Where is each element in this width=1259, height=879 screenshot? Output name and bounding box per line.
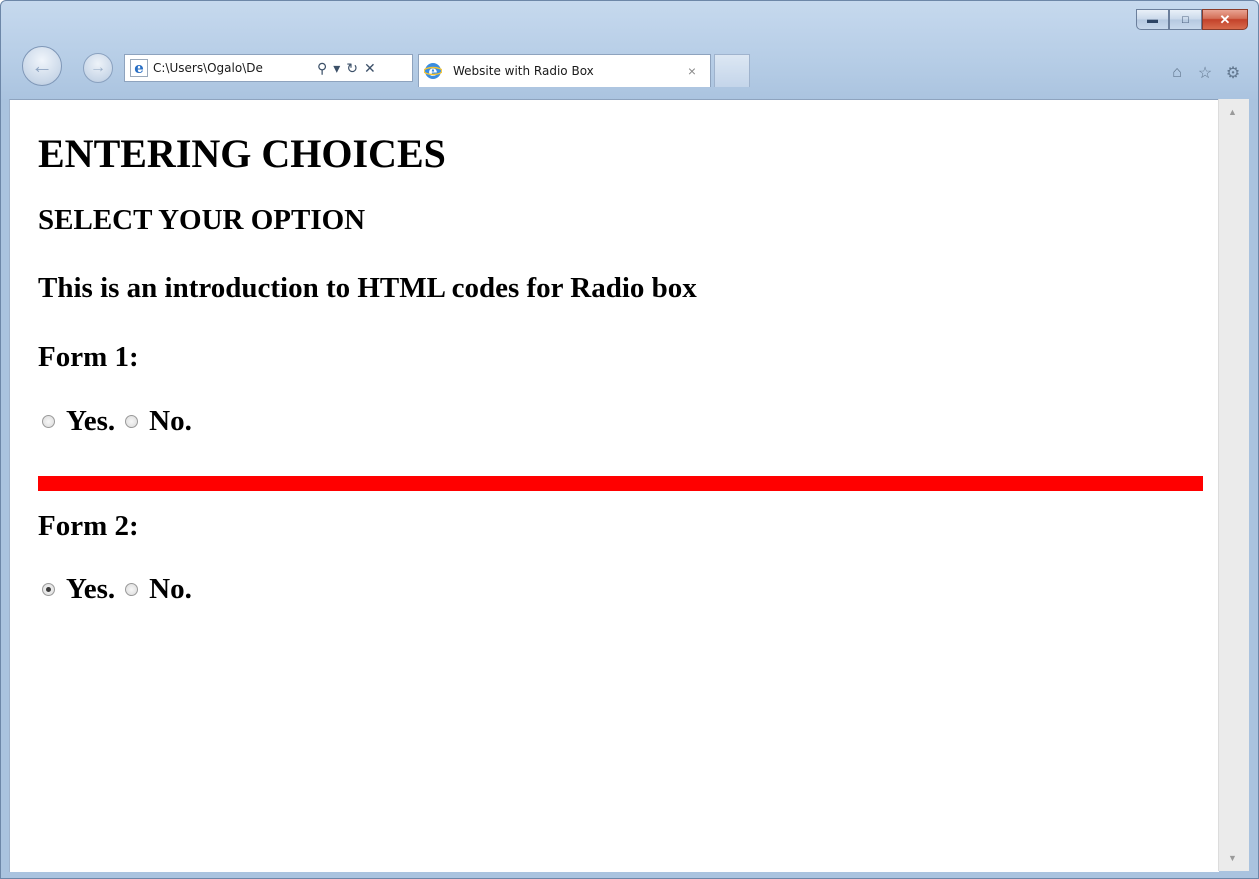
form1-radio-no-label: No. bbox=[149, 405, 192, 437]
toolbar-right: ⌂ ☆ ⚙ bbox=[1168, 64, 1242, 82]
scroll-up-icon[interactable]: ▲ bbox=[1228, 107, 1237, 117]
ie-tab-icon: e bbox=[423, 61, 443, 81]
form2-radio-yes-label: Yes. bbox=[66, 573, 116, 605]
page-heading: ENTERING CHOICES bbox=[38, 131, 446, 176]
tab-close-icon[interactable]: × bbox=[688, 63, 696, 79]
close-button[interactable]: ✕ bbox=[1202, 9, 1248, 30]
svg-text:e: e bbox=[429, 64, 438, 80]
svg-text:e: e bbox=[134, 59, 144, 77]
address-text[interactable]: C:\Users\Ogalo\De bbox=[153, 61, 311, 75]
form1-radio-no[interactable] bbox=[125, 415, 139, 428]
address-icons: ⚲ ▾ ↻ ✕ bbox=[317, 60, 376, 77]
window-controls: ▬ □ ✕ bbox=[1136, 9, 1248, 30]
home-icon[interactable]: ⌂ bbox=[1168, 64, 1186, 82]
scroll-down-icon[interactable]: ▼ bbox=[1228, 853, 1237, 863]
dropdown-icon[interactable]: ▾ bbox=[333, 60, 340, 77]
red-divider bbox=[38, 476, 1203, 491]
form2-radio-no[interactable] bbox=[125, 583, 139, 596]
new-tab-button[interactable] bbox=[714, 54, 750, 87]
page-viewport: ENTERING CHOICES SELECT YOUR OPTION This… bbox=[9, 99, 1219, 872]
form1-radio-group: Yes. No. bbox=[38, 405, 198, 438]
navigation-bar: ← → e C:\Users\Ogalo\De ⚲ ▾ ↻ ✕ e Websit… bbox=[1, 41, 1258, 99]
form2-label: Form 2: bbox=[38, 510, 139, 542]
minimize-icon: ▬ bbox=[1147, 13, 1158, 26]
form1-radio-yes[interactable] bbox=[42, 415, 55, 428]
maximize-icon: □ bbox=[1182, 13, 1189, 26]
ie-icon: e bbox=[129, 58, 149, 78]
maximize-button[interactable]: □ bbox=[1169, 9, 1202, 30]
tab-title: Website with Radio Box bbox=[453, 64, 594, 78]
tab-website-with-radio-box[interactable]: e Website with Radio Box × bbox=[418, 54, 711, 87]
form2-radio-yes[interactable] bbox=[42, 583, 55, 596]
refresh-icon[interactable]: ↻ bbox=[346, 60, 358, 77]
form1-radio-yes-label: Yes. bbox=[66, 405, 116, 437]
form1-label: Form 1: bbox=[38, 341, 139, 373]
minimize-button[interactable]: ▬ bbox=[1136, 9, 1169, 30]
forward-icon: → bbox=[90, 59, 106, 76]
form2-radio-no-label: No. bbox=[149, 573, 192, 605]
vertical-scrollbar[interactable]: ▲ ▼ bbox=[1218, 99, 1249, 871]
back-button[interactable]: ← bbox=[22, 46, 62, 86]
close-icon: ✕ bbox=[1219, 11, 1231, 27]
search-icon[interactable]: ⚲ bbox=[317, 60, 327, 77]
address-bar[interactable]: e C:\Users\Ogalo\De ⚲ ▾ ↻ ✕ bbox=[124, 54, 413, 82]
page-intro: This is an introduction to HTML codes fo… bbox=[38, 272, 697, 304]
tools-icon[interactable]: ⚙ bbox=[1224, 64, 1242, 82]
page-subheading: SELECT YOUR OPTION bbox=[38, 204, 366, 236]
forward-button[interactable]: → bbox=[83, 53, 113, 83]
form2-radio-group: Yes. No. bbox=[38, 573, 198, 606]
browser-window: ▬ □ ✕ ← → e C:\Users\Ogalo\De ⚲ ▾ ↻ ✕ e … bbox=[0, 0, 1259, 879]
back-icon: ← bbox=[31, 53, 53, 78]
favorites-icon[interactable]: ☆ bbox=[1196, 64, 1214, 82]
stop-icon[interactable]: ✕ bbox=[364, 60, 376, 77]
